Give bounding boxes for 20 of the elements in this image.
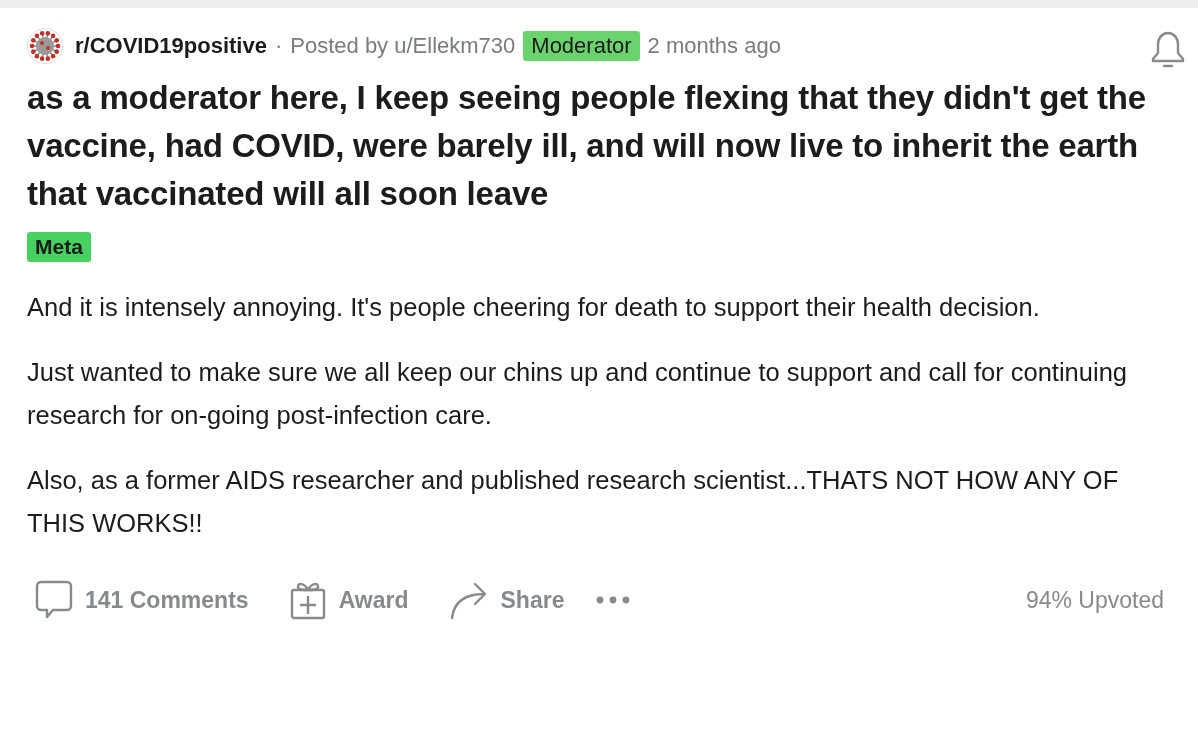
bell-icon[interactable] bbox=[1150, 30, 1186, 70]
body-paragraph: And it is intensely annoying. It's people cheering for death to support their health decision. bbox=[27, 292, 1041, 323]
separator-dot: · bbox=[274, 33, 283, 59]
more-icon[interactable] bbox=[596, 595, 631, 605]
gift-icon bbox=[288, 580, 327, 620]
award-button[interactable]: Award bbox=[288, 576, 409, 624]
curved-arrow-icon bbox=[448, 580, 489, 620]
post-title: as a moderator here, I keep seeing people flexing that they didn't get the vaccine, had COVID, were barely ill, and will now live to inherit the earth that vaccinated will all soon leave bbox=[27, 78, 1147, 214]
virus-icon bbox=[27, 28, 63, 64]
posted-by-text: Posted by u/Ellekm730 bbox=[290, 33, 516, 59]
comments-button[interactable]: 141 Comments bbox=[35, 576, 249, 624]
upvote-ratio: 94% Upvoted bbox=[1025, 586, 1164, 614]
body-paragraph: Also, as a former AIDS researcher and published research scientist...THATS NOT HOW ANY OF THIS WORKS!! bbox=[27, 465, 1120, 539]
post-time: 2 months ago bbox=[647, 33, 781, 59]
post-flair: Meta bbox=[27, 232, 91, 262]
user-flair: Moderator bbox=[523, 31, 640, 61]
share-button[interactable]: Share bbox=[448, 576, 565, 624]
speech-bubble-icon bbox=[35, 580, 73, 620]
body-paragraph: Just wanted to make sure we all keep our chins up and continue to support and call for continuing research for on-going post-infection care. bbox=[27, 357, 1128, 431]
subreddit-link[interactable]: r/COVID19positive bbox=[75, 33, 267, 59]
